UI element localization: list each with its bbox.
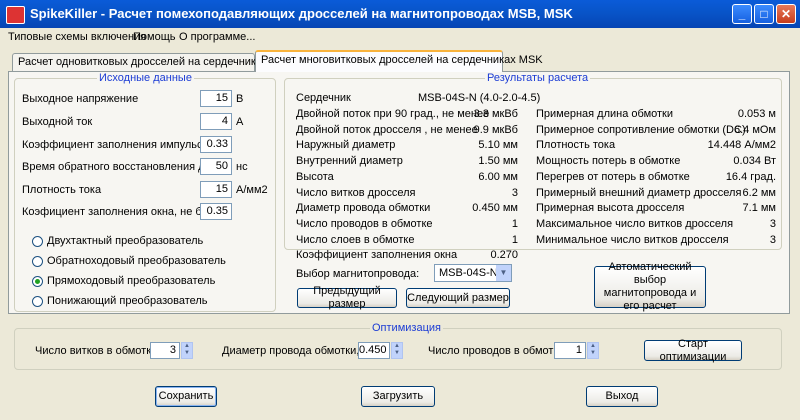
result-value: 3.3 мкВб (473, 108, 518, 120)
opt-wires-label: Число проводов в обмотке (428, 345, 565, 357)
result-value: 6.2 мм (742, 186, 776, 199)
recovery-time-label: Время обратного восстановления диода (22, 161, 230, 173)
auto-select-button[interactable]: Автоматический выбор магнитопровода и ег… (594, 261, 706, 312)
exit-button[interactable]: Выход (586, 386, 658, 407)
result-label: Примерная высота дросселя (536, 202, 685, 215)
opt-turns-spinner[interactable]: ▲ ▼ (181, 342, 193, 359)
result-value: 6.4 мОм (733, 123, 776, 136)
result-value: 1 (511, 217, 518, 230)
result-value: 7.1 мм (742, 202, 776, 215)
result-label: Число слоев в обмотке (296, 233, 415, 246)
result-value: 0.053 м (737, 108, 776, 120)
result-value: 5.10 мм (478, 139, 518, 152)
opt-wires-input[interactable]: 1 (554, 342, 586, 359)
result-value: 3 (769, 233, 776, 246)
result-label: Перегрев от потерь в обмотке (536, 170, 690, 183)
input-data-title: Исходные данные (99, 72, 192, 84)
result-value: 0.450 мм (472, 202, 518, 215)
load-button[interactable]: Загрузить (361, 386, 435, 407)
start-optimization-button[interactable]: Старт оптимизации (644, 338, 742, 363)
result-label: Диаметр провода обмотки (296, 202, 431, 215)
output-current-label: Выходной ток (22, 116, 93, 128)
results-title: Результаты расчета (487, 72, 589, 84)
result-value: 0.270 (490, 249, 518, 262)
maximize-button[interactable]: □ (754, 4, 774, 24)
output-voltage-unit: В (236, 93, 244, 105)
result-value: 1 (511, 233, 518, 246)
result-value: 14.448 А/мм2 (707, 139, 776, 152)
prev-size-button[interactable]: Предыдущий размер (297, 285, 397, 310)
result-label: Число проводов в обмотке (296, 217, 433, 230)
current-density-unit: А/мм2 (236, 184, 268, 196)
duty-cycle-input[interactable]: 0.33 (200, 136, 232, 153)
result-value: 6.00 мм (478, 170, 518, 183)
opt-turns-input[interactable]: 3 (150, 342, 180, 359)
core-select-label: Выбор магнитопровода: (296, 268, 420, 280)
title-bar: SpikeKiller - Расчет помехоподавляющих д… (0, 0, 800, 28)
chevron-down-icon[interactable]: ▼ (496, 265, 511, 281)
result-value: 3 (511, 186, 518, 199)
window-fill-label: Коэфициент заполнения окна, не более (22, 206, 227, 218)
close-button[interactable]: ✕ (776, 4, 796, 24)
next-size-button[interactable]: Следующий размер (406, 288, 510, 308)
result-label: Внутренний диаметр (296, 155, 403, 168)
opt-turns-label: Число витков в обмотке (35, 345, 158, 357)
menu-item-help[interactable]: Помощь (133, 31, 176, 43)
radio-flyback-label[interactable]: Обратноходовый преобразователь (47, 255, 226, 267)
tab-multi-turn[interactable]: Расчет многовитковых дросселей на сердеч… (255, 50, 543, 72)
recovery-time-input[interactable]: 50 (200, 158, 232, 175)
opt-diameter-input[interactable]: 0.450 (358, 342, 390, 359)
result-value: 3 (769, 217, 776, 230)
optimization-title: Оптимизация (372, 322, 441, 334)
output-voltage-label: Выходное напряжение (22, 93, 139, 105)
menu-item-schemes[interactable]: Типовые схемы включения (8, 31, 146, 43)
result-label: Высота (296, 170, 334, 183)
core-value: MSB-04S-N (4.0-2.0-4.5) (418, 92, 541, 104)
window-title: SpikeKiller - Расчет помехоподавляющих д… (30, 6, 573, 21)
result-value: 9.9 мкВб (473, 123, 518, 136)
result-label: Число витков дросселя (296, 186, 416, 199)
result-label: Коэффициент заполнения окна (296, 249, 458, 262)
result-label: Плотность тока (536, 139, 616, 152)
core-label: Сердечник (296, 92, 351, 104)
opt-diameter-spinner[interactable]: ▲ ▼ (391, 342, 403, 359)
output-current-input[interactable]: 4 (200, 113, 232, 130)
save-button[interactable]: Сохранить (155, 386, 217, 407)
result-value: 0.034 Вт (733, 155, 776, 168)
result-label: Примерная длина обмотки (536, 108, 674, 120)
output-current-unit: А (236, 116, 244, 128)
duty-cycle-label: Коэффициент заполнения импульса (22, 139, 209, 151)
app-icon (6, 6, 25, 24)
radio-push-pull[interactable] (32, 236, 43, 247)
radio-push-pull-label[interactable]: Двухтактный преобразователь (47, 235, 203, 247)
menu-bar: Типовые схемы включения Помощь О програм… (0, 28, 800, 46)
result-value: 1.50 мм (478, 155, 518, 168)
radio-flyback[interactable] (32, 256, 43, 267)
core-select-value: MSB-04S-N (439, 267, 498, 279)
opt-diameter-label: Диаметр провода обмотки, мм (222, 345, 378, 357)
radio-forward[interactable] (32, 276, 43, 287)
tab-single-turn[interactable]: Расчет одновитковых дросселей на сердечн… (12, 53, 294, 71)
result-label: Мощность потерь в обмотке (536, 155, 681, 168)
minimize-button[interactable]: _ (732, 4, 752, 24)
recovery-time-unit: нс (236, 161, 248, 173)
result-label: Наружный диаметр (296, 139, 396, 152)
radio-buck-label[interactable]: Понижающий преобразователь (47, 295, 208, 307)
menu-item-about[interactable]: О программе... (179, 31, 255, 43)
result-value: 16.4 град. (725, 170, 776, 183)
radio-buck[interactable] (32, 296, 43, 307)
radio-forward-label[interactable]: Прямоходовый преобразователь (47, 275, 215, 287)
window-fill-input[interactable]: 0.35 (200, 203, 232, 220)
current-density-input[interactable]: 15 (200, 181, 232, 198)
core-select[interactable]: MSB-04S-N ▼ (434, 264, 512, 282)
opt-wires-spinner[interactable]: ▲ ▼ (587, 342, 599, 359)
current-density-label: Плотность тока (22, 184, 102, 196)
output-voltage-input[interactable]: 15 (200, 90, 232, 107)
